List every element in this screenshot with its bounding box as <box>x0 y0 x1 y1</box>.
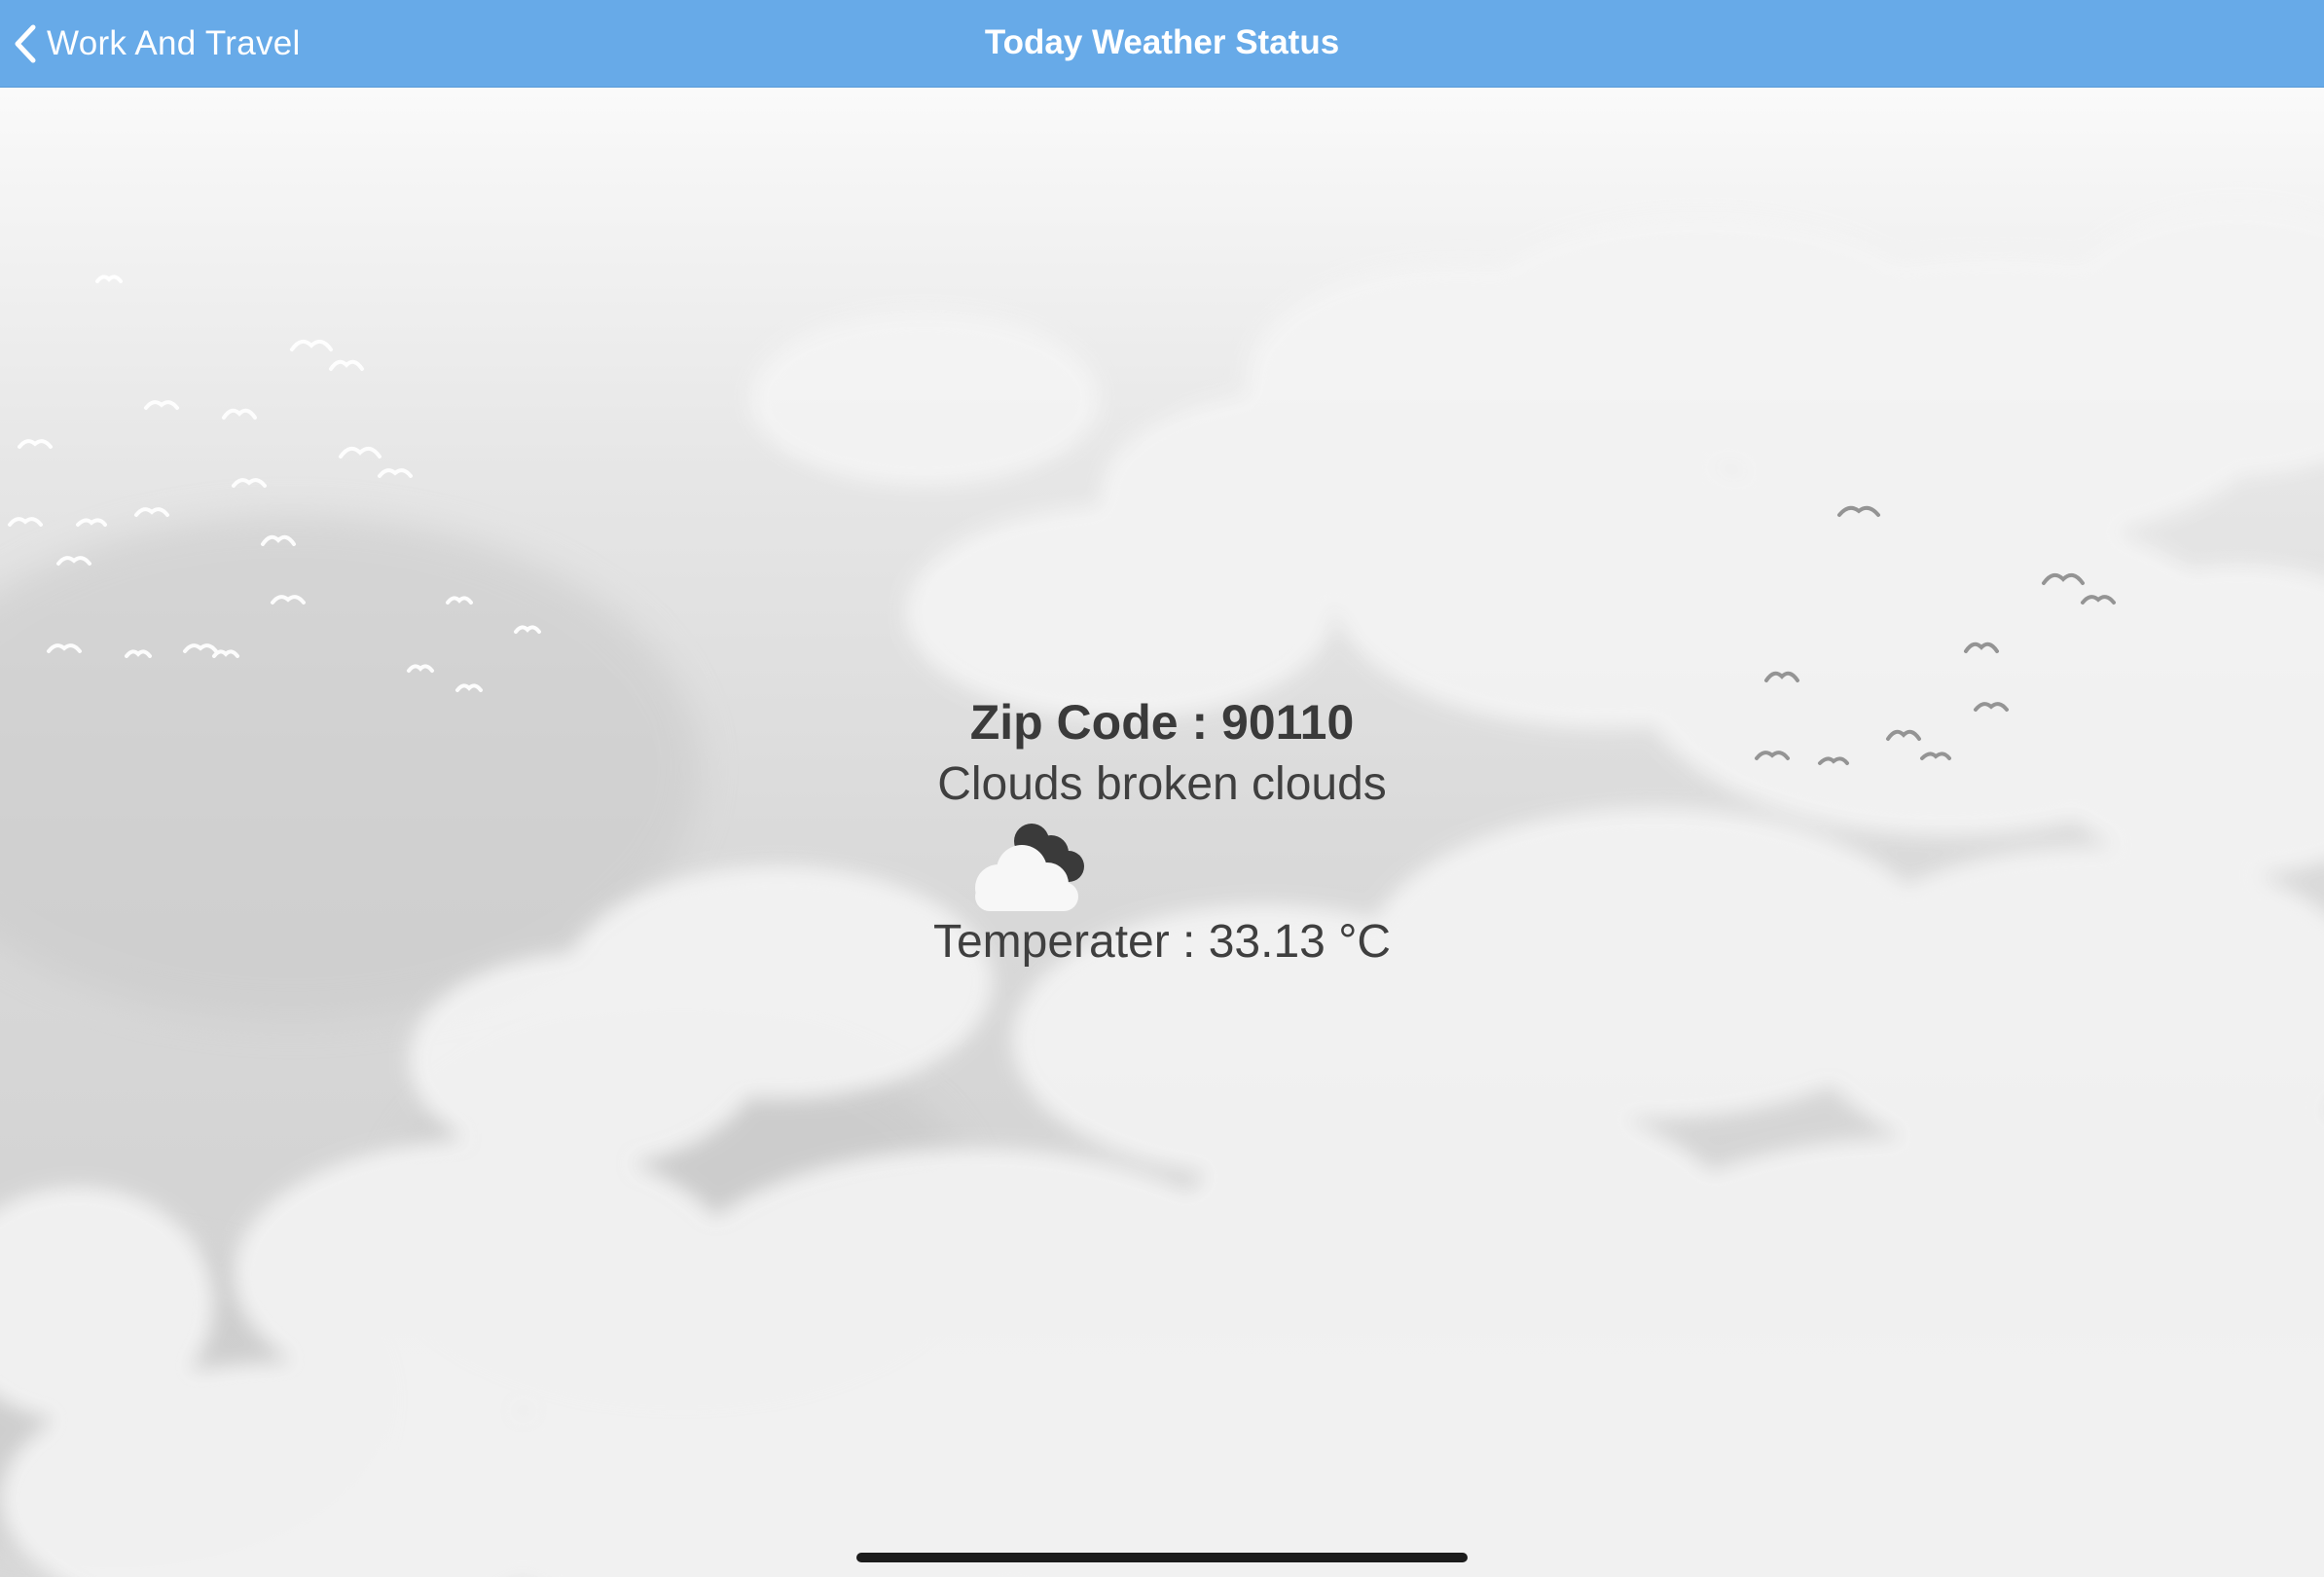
home-indicator[interactable] <box>856 1553 1468 1562</box>
page-title: Today Weather Status <box>984 23 1340 61</box>
zip-code-line: Zip Code : 90110 <box>0 689 2324 755</box>
weather-condition: Clouds broken clouds <box>937 758 1387 810</box>
weather-screen: Work And Travel Today Weather Status Zip… <box>0 0 2324 1577</box>
temperature-value: 33.13 °C <box>1208 916 1392 968</box>
weather-info: Zip Code : 90110 Clouds broken clouds Te… <box>0 689 2324 973</box>
zip-code-value: 90110 <box>1221 695 1355 750</box>
temperature-line: Temperater : 33.13 °C <box>0 911 2324 973</box>
zip-code-label: Zip Code : <box>969 695 1209 750</box>
temperature-label: Temperater : <box>932 916 1196 968</box>
weather-icon-row <box>0 814 2324 911</box>
broken-clouds-icon <box>975 824 1084 911</box>
navigation-bar: Work And Travel Today Weather Status <box>0 0 2324 88</box>
